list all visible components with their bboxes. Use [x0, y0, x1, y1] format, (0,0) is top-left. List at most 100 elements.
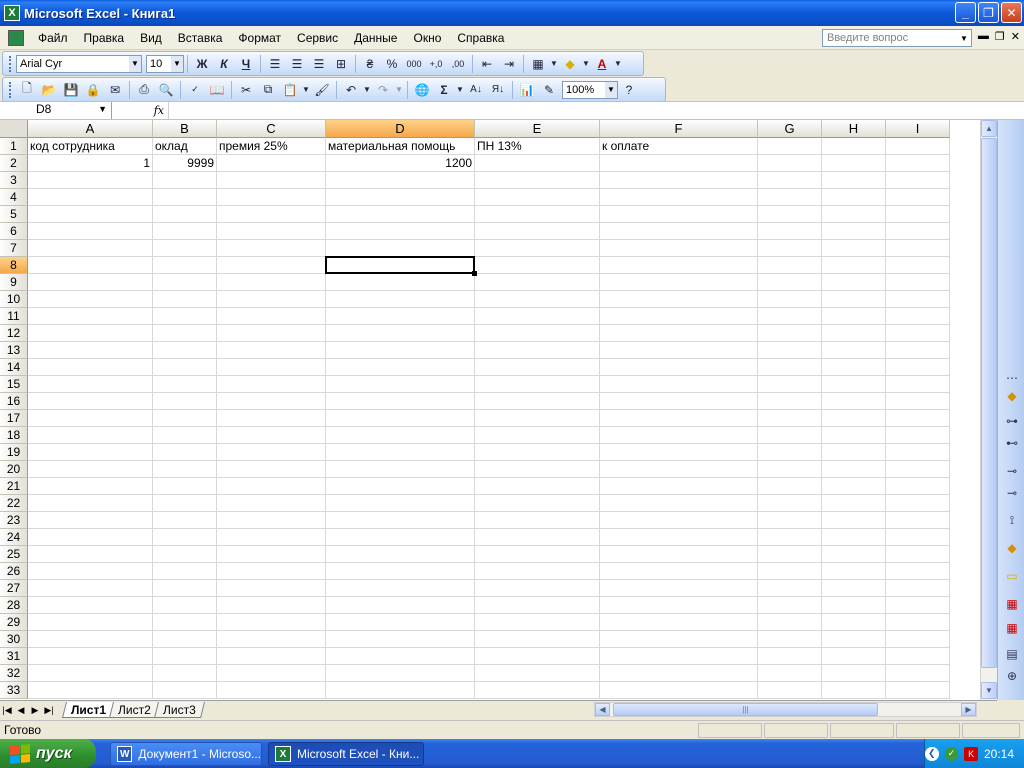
cell-h2[interactable] — [822, 155, 886, 172]
cell-c9[interactable] — [217, 274, 326, 291]
cell-f6[interactable] — [600, 223, 758, 240]
cell-b21[interactable] — [153, 478, 217, 495]
row-header-33[interactable]: 33 — [0, 682, 28, 699]
trace-error-icon[interactable]: ⟟ — [1004, 512, 1020, 528]
cell-a3[interactable] — [28, 172, 153, 189]
cell-i20[interactable] — [886, 461, 950, 478]
cell-d24[interactable] — [326, 529, 475, 546]
font-name-select[interactable]: Arial Cyr ▼ — [16, 54, 142, 73]
cell-h31[interactable] — [822, 648, 886, 665]
cell-f11[interactable] — [600, 308, 758, 325]
cell-b20[interactable] — [153, 461, 217, 478]
scroll-down-icon[interactable]: ▼ — [981, 682, 997, 699]
cell-i5[interactable] — [886, 206, 950, 223]
first-sheet-icon[interactable]: |◀ — [0, 705, 14, 716]
cell-a24[interactable] — [28, 529, 153, 546]
cell-g15[interactable] — [758, 376, 822, 393]
chevron-down-icon[interactable]: ▼ — [581, 54, 591, 74]
cell-i19[interactable] — [886, 444, 950, 461]
cell-g13[interactable] — [758, 342, 822, 359]
cell-i7[interactable] — [886, 240, 950, 257]
cell-i27[interactable] — [886, 580, 950, 597]
cell-e12[interactable] — [475, 325, 600, 342]
cell-h8[interactable] — [822, 257, 886, 274]
cell-a8[interactable] — [28, 257, 153, 274]
cell-b2[interactable]: 9999 — [153, 155, 217, 172]
cell-h1[interactable] — [822, 138, 886, 155]
column-header-h[interactable]: H — [822, 120, 886, 138]
cell-b17[interactable] — [153, 410, 217, 427]
cell-a4[interactable] — [28, 189, 153, 206]
cell-e25[interactable] — [475, 546, 600, 563]
cell-g32[interactable] — [758, 665, 822, 682]
cell-h7[interactable] — [822, 240, 886, 257]
cell-f22[interactable] — [600, 495, 758, 512]
row-header-19[interactable]: 19 — [0, 444, 28, 461]
cell-f17[interactable] — [600, 410, 758, 427]
cell-b26[interactable] — [153, 563, 217, 580]
cell-f13[interactable] — [600, 342, 758, 359]
row-header-14[interactable]: 14 — [0, 359, 28, 376]
cell-c3[interactable] — [217, 172, 326, 189]
cell-d7[interactable] — [326, 240, 475, 257]
cell-g20[interactable] — [758, 461, 822, 478]
cell-f8[interactable] — [600, 257, 758, 274]
sheet-tab-2[interactable]: Лист2 — [109, 702, 160, 718]
cell-f9[interactable] — [600, 274, 758, 291]
cell-h32[interactable] — [822, 665, 886, 682]
borders-icon[interactable]: ▦ — [527, 54, 549, 74]
cell-a19[interactable] — [28, 444, 153, 461]
cell-e32[interactable] — [475, 665, 600, 682]
menu-window[interactable]: Окно — [405, 31, 449, 45]
cell-f27[interactable] — [600, 580, 758, 597]
cell-d26[interactable] — [326, 563, 475, 580]
cell-h5[interactable] — [822, 206, 886, 223]
cell-f18[interactable] — [600, 427, 758, 444]
cell-h10[interactable] — [822, 291, 886, 308]
align-center-icon[interactable]: ☰ — [286, 54, 308, 74]
error-icon[interactable]: ◆ — [1004, 540, 1020, 556]
cell-f1[interactable]: к оплате — [600, 138, 758, 155]
row-header-13[interactable]: 13 — [0, 342, 28, 359]
cell-h13[interactable] — [822, 342, 886, 359]
cell-g2[interactable] — [758, 155, 822, 172]
cell-e23[interactable] — [475, 512, 600, 529]
start-button[interactable]: пуск — [0, 739, 96, 768]
cell-b28[interactable] — [153, 597, 217, 614]
cell-g10[interactable] — [758, 291, 822, 308]
cell-g29[interactable] — [758, 614, 822, 631]
cell-g30[interactable] — [758, 631, 822, 648]
indent-icon[interactable]: ⇥ — [498, 54, 520, 74]
more-icon[interactable]: ⋯ — [1004, 370, 1020, 386]
warning-icon[interactable]: ◆ — [1004, 388, 1020, 404]
cell-h30[interactable] — [822, 631, 886, 648]
formula-input[interactable] — [168, 102, 1024, 119]
cell-d19[interactable] — [326, 444, 475, 461]
cell-g24[interactable] — [758, 529, 822, 546]
cell-e18[interactable] — [475, 427, 600, 444]
cell-a18[interactable] — [28, 427, 153, 444]
cell-h22[interactable] — [822, 495, 886, 512]
cell-b16[interactable] — [153, 393, 217, 410]
cell-d22[interactable] — [326, 495, 475, 512]
trace-dependents-icon[interactable]: ⊷ — [1004, 435, 1020, 451]
cell-b8[interactable] — [153, 257, 217, 274]
row-header-17[interactable]: 17 — [0, 410, 28, 427]
cell-a30[interactable] — [28, 631, 153, 648]
cell-e26[interactable] — [475, 563, 600, 580]
comment-icon[interactable]: ▭ — [1004, 568, 1020, 584]
row-header-28[interactable]: 28 — [0, 597, 28, 614]
cell-d14[interactable] — [326, 359, 475, 376]
cell-b25[interactable] — [153, 546, 217, 563]
cell-a31[interactable] — [28, 648, 153, 665]
row-header-3[interactable]: 3 — [0, 172, 28, 189]
scroll-up-icon[interactable]: ▲ — [981, 120, 997, 137]
column-header-i[interactable]: I — [886, 120, 950, 138]
cell-h12[interactable] — [822, 325, 886, 342]
cell-e16[interactable] — [475, 393, 600, 410]
cell-b32[interactable] — [153, 665, 217, 682]
cell-d28[interactable] — [326, 597, 475, 614]
cell-d13[interactable] — [326, 342, 475, 359]
row-header-10[interactable]: 10 — [0, 291, 28, 308]
cell-b30[interactable] — [153, 631, 217, 648]
